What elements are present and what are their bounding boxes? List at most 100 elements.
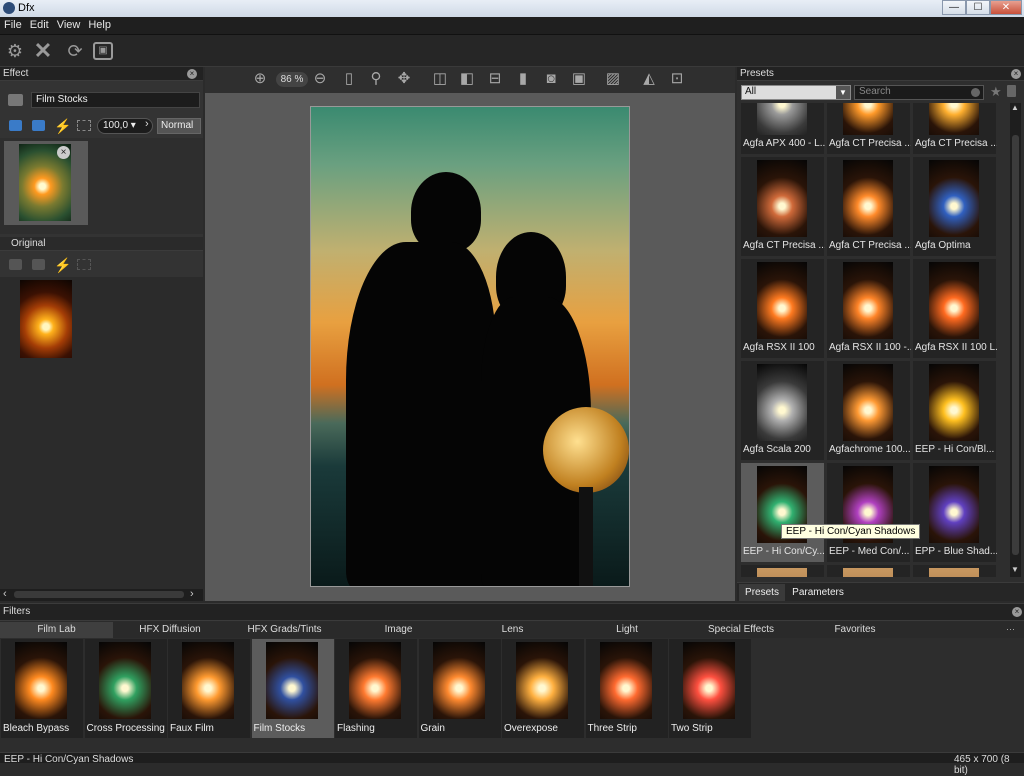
tab-filter[interactable]: Image: [342, 622, 455, 638]
grid-menu-icon[interactable]: ⋯: [1006, 624, 1015, 635]
image-icon[interactable]: ▨: [603, 69, 623, 89]
close-window-button[interactable]: ✕: [990, 0, 1022, 15]
tab-filter[interactable]: Favorites: [798, 622, 912, 638]
tab-filter[interactable]: Film Lab: [0, 622, 113, 638]
star-icon[interactable]: ★: [990, 84, 1002, 100]
split-half-icon[interactable]: ◧: [457, 69, 477, 89]
maximize-button[interactable]: ☐: [966, 0, 990, 15]
menu-file[interactable]: File: [0, 17, 26, 33]
filter-tile[interactable]: Bleach Bypass: [1, 639, 83, 738]
preset-tile[interactable]: Agfa RSX II 100: [741, 259, 824, 358]
filter-tile[interactable]: Overexpose: [502, 639, 584, 738]
preset-tile-partial[interactable]: [827, 565, 910, 577]
remove-layer-icon[interactable]: ×: [57, 146, 70, 159]
original-header: Original: [0, 237, 203, 251]
tab-filter[interactable]: Lens: [455, 622, 570, 638]
preset-search-input[interactable]: Search: [854, 85, 984, 100]
pan-icon[interactable]: ✥: [394, 69, 414, 89]
preset-tile[interactable]: EEP - Hi Con/Bl...: [913, 361, 996, 460]
filter-thumbnail: [349, 642, 401, 719]
scroll-down-icon[interactable]: ▼: [1011, 565, 1019, 574]
window-title: Dfx: [18, 2, 35, 14]
monitor-preview-icon[interactable]: ▣: [569, 69, 589, 89]
filter-thumbnail: [265, 642, 318, 719]
original-thumbnail[interactable]: [20, 280, 72, 358]
preset-tile-partial[interactable]: [913, 565, 996, 577]
zoom-out-icon[interactable]: ⊖: [310, 69, 330, 89]
preset-tile[interactable]: Agfa CT Precisa ...: [827, 103, 911, 154]
camera-icon[interactable]: ◙: [541, 69, 561, 89]
preset-tile[interactable]: EEP - Med Con/...: [827, 463, 910, 562]
zoom-in-icon[interactable]: ⊕: [250, 69, 270, 89]
preset-tile-partial[interactable]: [741, 565, 824, 577]
preset-tile[interactable]: Agfa RSX II 100 L...: [913, 259, 997, 358]
preset-tile[interactable]: Agfa Optima: [913, 157, 996, 256]
filter-tile[interactable]: Faux Film: [168, 639, 250, 738]
status-dimensions: 465 x 700 (8 bit): [954, 754, 1010, 776]
zoom-detail-icon[interactable]: ⊡: [667, 69, 687, 89]
tab-filter[interactable]: Light: [570, 622, 684, 638]
scroll-left-icon[interactable]: ‹: [3, 588, 7, 600]
tab-filter[interactable]: Special Effects: [684, 622, 798, 638]
preview-image[interactable]: [310, 106, 630, 587]
preset-tile[interactable]: Agfa Scala 200: [741, 361, 824, 460]
close-presets-icon[interactable]: ×: [1011, 69, 1021, 79]
cancel-icon[interactable]: ✕: [32, 40, 54, 62]
filter-tile[interactable]: Cross Processing: [84, 639, 167, 738]
close-filters-icon[interactable]: ×: [1012, 607, 1022, 617]
blend-mode-select[interactable]: Normal: [157, 118, 201, 134]
split-horizontal-icon[interactable]: ⊟: [485, 69, 505, 89]
refresh-icon[interactable]: ⟳: [64, 40, 86, 62]
lightning-icon[interactable]: ⚡: [54, 118, 71, 135]
menu-edit[interactable]: Edit: [26, 17, 53, 33]
preset-thumbnail: [757, 262, 807, 339]
presets-scroll-thumb[interactable]: [1012, 135, 1019, 555]
tab-filter[interactable]: HFX Diffusion: [113, 622, 227, 638]
close-panel-icon[interactable]: ×: [187, 69, 197, 79]
chevron-down-icon[interactable]: ▼: [836, 86, 850, 99]
presets-scrollbar[interactable]: ▲ ▼: [1010, 103, 1021, 577]
preset-tile[interactable]: Agfa APX 400 - L...: [741, 103, 825, 154]
effect-layer-thumbnail[interactable]: ×: [4, 141, 88, 225]
menu-view[interactable]: View: [53, 17, 85, 33]
selection-icon[interactable]: [77, 120, 91, 131]
scroll-up-icon[interactable]: ▲: [1011, 103, 1019, 112]
clear-search-icon[interactable]: [971, 88, 980, 97]
zoom-level[interactable]: 86 %: [276, 72, 308, 87]
magnifier-icon[interactable]: ⚲: [366, 69, 386, 89]
preset-tile[interactable]: Agfa CT Precisa ...: [913, 103, 997, 154]
histogram-icon[interactable]: ◭: [639, 69, 659, 89]
preset-tile[interactable]: Agfachrome 100...: [827, 361, 911, 460]
tab-parameters[interactable]: Parameters: [789, 584, 847, 601]
filter-tile[interactable]: Three Strip: [585, 639, 668, 738]
preset-tile[interactable]: Agfa CT Precisa ...: [741, 157, 825, 256]
fit-screen-icon[interactable]: ▣: [93, 42, 113, 60]
tab-filter[interactable]: HFX Grads/Tints: [227, 622, 342, 638]
filter-tile[interactable]: Film Stocks: [251, 639, 334, 738]
tab-presets[interactable]: Presets: [739, 584, 785, 601]
preset-tile[interactable]: EEP - Hi Con/Cy...: [741, 463, 825, 562]
preset-filter-select[interactable]: All ▼: [741, 85, 851, 100]
brush-icon[interactable]: [9, 120, 22, 131]
scroll-right-icon[interactable]: ›: [190, 588, 194, 600]
gear-icon[interactable]: ⚙: [4, 40, 26, 62]
scrollbar-thumb[interactable]: [14, 591, 184, 598]
filter-tile[interactable]: Flashing: [335, 639, 417, 738]
preset-label: Agfa CT Precisa ...: [829, 240, 911, 251]
minimize-button[interactable]: —: [942, 0, 966, 15]
effect-name-field[interactable]: Film Stocks: [31, 92, 200, 108]
chevron-right-icon[interactable]: ›: [145, 118, 149, 130]
preset-label: EEP - Med Con/...: [829, 546, 910, 557]
preset-tile[interactable]: Agfa RSX II 100 -...: [827, 259, 911, 358]
filter-tile[interactable]: Grain: [418, 639, 501, 738]
menu-help[interactable]: Help: [84, 17, 115, 33]
monitor-icon[interactable]: [32, 120, 45, 131]
single-view-icon[interactable]: ▮: [513, 69, 533, 89]
preset-tile[interactable]: EPP - Blue Shad...: [913, 463, 997, 562]
split-vertical-icon[interactable]: ◫: [430, 69, 450, 89]
trash-icon[interactable]: [1007, 85, 1016, 97]
horizontal-scrollbar[interactable]: ‹ ›: [0, 588, 203, 601]
fit-view-icon[interactable]: ▯: [339, 69, 359, 89]
preset-tile[interactable]: Agfa CT Precisa ...: [827, 157, 911, 256]
filter-tile[interactable]: Two Strip: [669, 639, 751, 738]
